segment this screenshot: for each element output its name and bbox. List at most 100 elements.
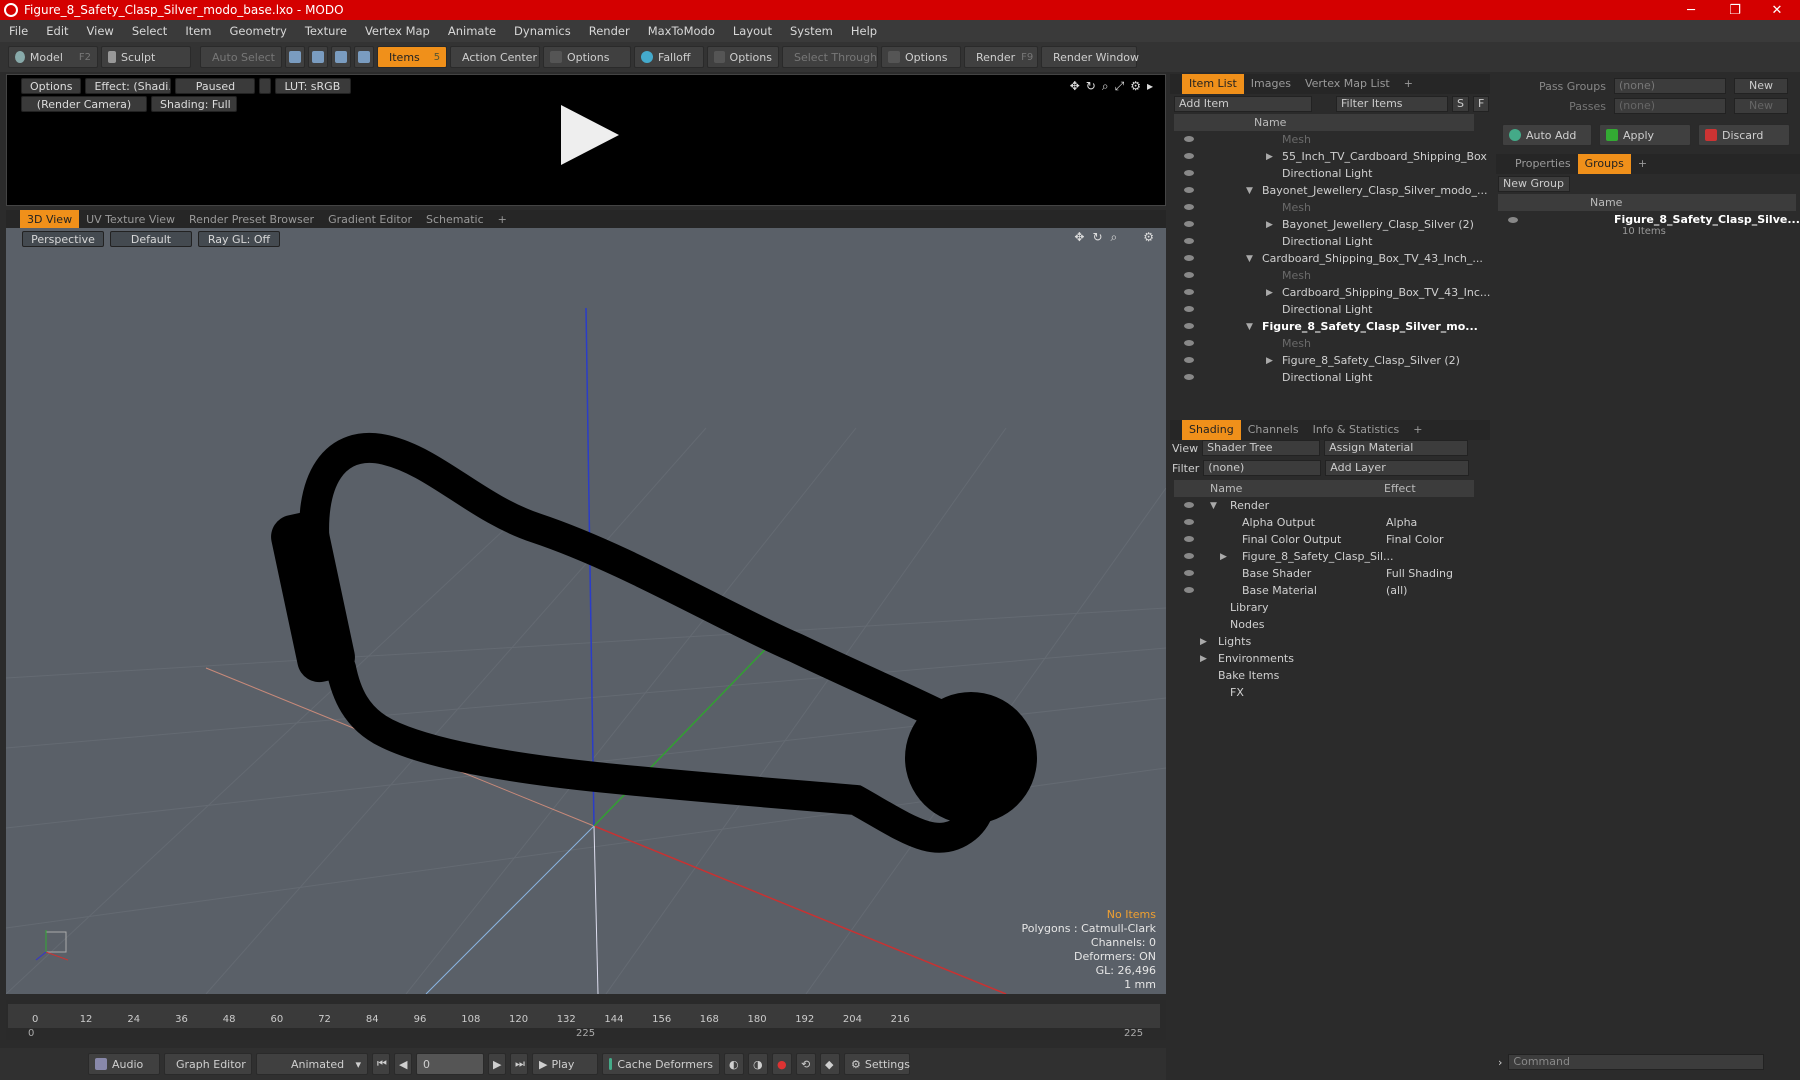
3d-viewport[interactable]: Perspective Default Ray GL: Off ✥ ↻ ⌕ ⚙ No …: [6, 228, 1166, 994]
eye-icon[interactable]: [1184, 357, 1194, 363]
audio-button[interactable]: Audio: [88, 1053, 160, 1075]
animated-dropdown[interactable]: Animated ▾: [256, 1053, 368, 1075]
shader-effect[interactable]: Final Color: [1386, 533, 1444, 546]
minimize-button[interactable]: ─: [1668, 0, 1714, 20]
action-center-options-button[interactable]: Options: [543, 46, 631, 68]
add-tab-button[interactable]: +: [1397, 74, 1420, 94]
play-small-icon[interactable]: ▸: [1147, 79, 1153, 94]
add-tab-button[interactable]: +: [1406, 420, 1429, 440]
f-toggle[interactable]: F: [1472, 96, 1490, 112]
action-center-button[interactable]: Action Center: [450, 46, 540, 68]
filter-items-input[interactable]: Filter Items: [1336, 96, 1448, 112]
panel-menu-icon[interactable]: [6, 210, 20, 230]
pan-icon[interactable]: ✥: [1070, 79, 1080, 94]
gear-icon[interactable]: ⚙: [1143, 230, 1154, 245]
menu-view[interactable]: View: [78, 24, 123, 38]
view-dropdown[interactable]: Shader Tree: [1202, 440, 1321, 456]
eye-icon[interactable]: [1184, 289, 1194, 295]
menu-layout[interactable]: Layout: [724, 24, 781, 38]
eye-icon[interactable]: [1184, 153, 1194, 159]
expand-arrow-icon[interactable]: ▶: [1266, 356, 1273, 366]
group-row[interactable]: Figure_8_Safety_Clasp_Silve... 10 Items: [1498, 211, 1800, 239]
tab-groups[interactable]: Groups: [1577, 154, 1631, 174]
expand-arrow-icon[interactable]: ▶: [1266, 288, 1273, 298]
lock-icon[interactable]: [259, 78, 272, 94]
play-button[interactable]: ▶ Play: [532, 1053, 598, 1075]
eye-icon[interactable]: [1184, 255, 1194, 261]
eye-icon[interactable]: [1184, 187, 1194, 193]
close-button[interactable]: ✕: [1754, 0, 1800, 20]
frame-input[interactable]: 0: [416, 1053, 484, 1075]
next-key-button[interactable]: ▶: [488, 1053, 506, 1075]
perspective-dropdown[interactable]: Perspective: [22, 231, 104, 247]
new-group-button[interactable]: New Group: [1498, 176, 1570, 192]
eye-icon[interactable]: [1184, 519, 1194, 525]
eye-icon[interactable]: [1184, 272, 1194, 278]
paused-button[interactable]: Paused: [175, 78, 256, 94]
item-row[interactable]: ▼ Bayonet_Jewellery_Clasp_Silver_modo_...: [1174, 182, 1488, 199]
model-button[interactable]: Model F2: [8, 46, 98, 68]
item-row[interactable]: Directional Light: [1174, 165, 1474, 182]
item-row[interactable]: Directional Light: [1174, 369, 1474, 386]
effect-dropdown[interactable]: Effect: (Shadi...: [85, 78, 172, 94]
shader-row[interactable]: Base Shader Full Shading: [1174, 565, 1474, 582]
new-pass-button[interactable]: New: [1734, 98, 1788, 114]
eye-icon[interactable]: [1184, 136, 1194, 142]
key-tool-2-icon[interactable]: ◑: [748, 1053, 768, 1075]
preview-options-button[interactable]: Options: [21, 78, 82, 94]
shader-effect[interactable]: Alpha: [1386, 516, 1417, 529]
expand-arrow-icon[interactable]: ▶: [1266, 152, 1273, 162]
edges-mode-button[interactable]: [308, 46, 328, 68]
shader-effect[interactable]: Full Shading: [1386, 567, 1453, 580]
auto-select-button[interactable]: Auto Select: [200, 46, 282, 68]
key-tool-icon[interactable]: ◐: [724, 1053, 744, 1075]
eye-icon[interactable]: [1184, 374, 1194, 380]
tab-schematic[interactable]: Schematic: [419, 210, 491, 230]
shader-row[interactable]: ▼ Render: [1174, 497, 1474, 514]
falloff-options-button[interactable]: Options: [707, 46, 779, 68]
tab-gradient-editor[interactable]: Gradient Editor: [321, 210, 419, 230]
panel-menu-icon[interactable]: [1170, 420, 1182, 440]
apply-button[interactable]: Apply: [1599, 124, 1691, 146]
shader-row[interactable]: ▶ Lights: [1174, 633, 1474, 650]
new-pass-group-button[interactable]: New: [1734, 78, 1788, 94]
shader-row[interactable]: FX: [1174, 684, 1474, 701]
item-row[interactable]: Mesh: [1174, 131, 1474, 148]
timeline[interactable]: 0 12 24 36 48 60 72 84 96 108 120 132 144 156 168 180 19…: [6, 1000, 1166, 1040]
fit-icon[interactable]: ⤢: [1115, 79, 1125, 94]
first-frame-button[interactable]: ⏮: [372, 1053, 390, 1075]
eye-icon[interactable]: [1184, 204, 1194, 210]
add-item-dropdown[interactable]: Add Item: [1174, 96, 1312, 112]
tab-properties[interactable]: Properties: [1508, 154, 1578, 174]
menu-edit[interactable]: Edit: [37, 24, 77, 38]
item-row[interactable]: ▼ Cardboard_Shipping_Box_TV_43_Inch_...: [1174, 250, 1483, 267]
materials-mode-button[interactable]: [354, 46, 374, 68]
menu-animate[interactable]: Animate: [439, 24, 505, 38]
expand-arrow-icon[interactable]: ▶: [1266, 220, 1273, 230]
add-tab-button[interactable]: +: [491, 210, 514, 230]
expand-arrow-icon[interactable]: ▶: [1200, 637, 1207, 647]
shader-row[interactable]: Nodes: [1174, 616, 1474, 633]
menu-item[interactable]: Item: [176, 24, 220, 38]
eye-icon[interactable]: [1508, 217, 1518, 223]
graph-editor-button[interactable]: Graph Editor: [164, 1053, 252, 1075]
play-icon[interactable]: [561, 105, 619, 165]
timeline-ruler[interactable]: 0 12 24 36 48 60 72 84 96 108 120 132 144 156 168 180 19…: [8, 1004, 1160, 1028]
sculpt-button[interactable]: Sculpt: [101, 46, 191, 68]
prev-key-button[interactable]: ◀: [394, 1053, 412, 1075]
menu-texture[interactable]: Texture: [296, 24, 356, 38]
item-row[interactable]: Mesh: [1174, 267, 1474, 284]
polygons-mode-button[interactable]: [331, 46, 351, 68]
shader-row[interactable]: Bake Items: [1174, 667, 1474, 684]
tab-item-list[interactable]: Item List: [1182, 74, 1244, 94]
expand-arrow-icon[interactable]: ▶: [1200, 654, 1207, 664]
menu-file[interactable]: File: [0, 24, 37, 38]
camera-dropdown[interactable]: (Render Camera): [21, 96, 147, 112]
shader-effect[interactable]: (all): [1386, 584, 1407, 597]
cache-deformers-button[interactable]: Cache Deformers: [602, 1053, 720, 1075]
ray-gl-dropdown[interactable]: Ray GL: Off: [198, 231, 280, 247]
tab-vertex-map-list[interactable]: Vertex Map List: [1298, 74, 1397, 94]
menu-select[interactable]: Select: [123, 24, 176, 38]
last-frame-button[interactable]: ⏭: [510, 1053, 528, 1075]
record-icon[interactable]: ●: [772, 1053, 792, 1075]
